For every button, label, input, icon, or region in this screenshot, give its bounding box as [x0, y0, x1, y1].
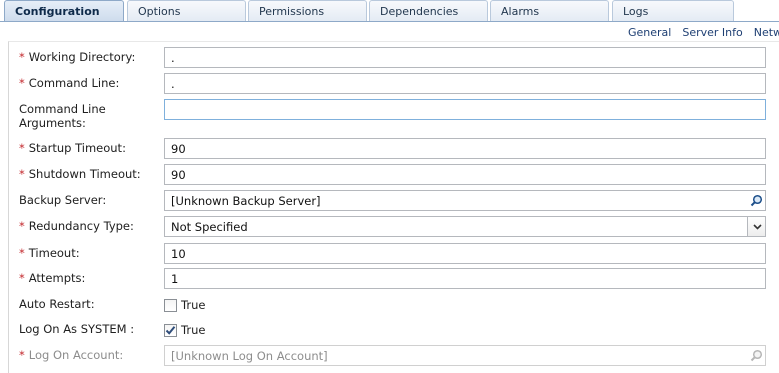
auto-restart-checkbox[interactable] [164, 298, 177, 312]
auto-restart-label: Auto Restart: [19, 297, 95, 311]
nav-link-network[interactable]: Netw [754, 26, 779, 39]
tab-options[interactable]: Options [127, 0, 246, 21]
log-on-as-system-checkbox[interactable] [164, 323, 177, 337]
required-marker: * [19, 219, 25, 233]
required-marker: * [19, 348, 25, 362]
startup-timeout-label: * Startup Timeout: [19, 141, 126, 155]
input-value: 10 [171, 247, 186, 261]
working-directory-input[interactable]: . [164, 47, 766, 68]
redundancy-type-label: * Redundancy Type: [19, 219, 134, 233]
log-on-as-system-checkbox-row: True [164, 323, 205, 337]
backup-server-search-button[interactable] [747, 191, 765, 210]
label-text: Timeout: [28, 246, 80, 260]
input-value: 90 [171, 142, 186, 156]
input-value: . [171, 77, 175, 91]
log-on-as-system-label: Log On As SYSTEM : [19, 322, 135, 336]
log-on-account-label: * Log On Account: [19, 348, 123, 362]
tab-label: Dependencies [380, 5, 459, 18]
input-value: [Unknown Log On Account] [171, 349, 328, 363]
tab-dependencies[interactable]: Dependencies [369, 0, 488, 21]
tab-configuration[interactable]: Configuration [4, 0, 124, 22]
nav-link-general[interactable]: General [628, 26, 671, 39]
required-marker: * [19, 50, 25, 64]
input-value: 1 [171, 272, 179, 286]
tab-bar: Configuration Options Permissions Depend… [0, 0, 779, 22]
redundancy-type-dropdown-button[interactable] [747, 217, 765, 236]
magnifier-icon [750, 349, 763, 362]
label-text: Command Line: [28, 76, 120, 90]
backup-server-label: Backup Server: [19, 193, 107, 207]
working-directory-label: * Working Directory: [19, 50, 135, 64]
required-marker: * [19, 141, 25, 155]
checkbox-label[interactable]: True [181, 298, 205, 312]
startup-timeout-input[interactable]: 90 [164, 138, 766, 159]
tab-alarms[interactable]: Alarms [490, 0, 609, 21]
command-line-arguments-label: Command Line Arguments: [19, 102, 106, 130]
timeout-label: * Timeout: [19, 246, 80, 260]
input-value: 90 [171, 168, 186, 182]
shutdown-timeout-input[interactable]: 90 [164, 164, 766, 185]
label-text: Log On Account: [28, 348, 124, 362]
log-on-account-search-button [747, 346, 765, 365]
auto-restart-checkbox-row: True [164, 298, 205, 312]
command-line-arguments-input[interactable] [164, 99, 766, 120]
required-marker: * [19, 271, 25, 285]
tab-label: Configuration [15, 5, 100, 18]
checkmark-icon [165, 325, 176, 335]
timeout-input[interactable]: 10 [164, 243, 766, 264]
section-nav: General Server Info Netw [628, 26, 779, 39]
tab-logs[interactable]: Logs [612, 0, 734, 21]
redundancy-type-select[interactable]: Not Specified [164, 216, 766, 237]
shutdown-timeout-label: * Shutdown Timeout: [19, 167, 141, 181]
label-text: Shutdown Timeout: [28, 167, 141, 181]
chevron-down-icon [752, 223, 762, 230]
label-text: Working Directory: [28, 50, 136, 64]
attempts-label: * Attempts: [19, 271, 85, 285]
required-marker: * [19, 167, 25, 181]
label-text: Startup Timeout: [28, 141, 126, 155]
select-value: Not Specified [171, 220, 248, 234]
tab-label: Logs [623, 5, 649, 18]
required-marker: * [19, 246, 25, 260]
tab-label: Permissions [259, 5, 325, 18]
attempts-input[interactable]: 1 [164, 268, 766, 289]
tab-label: Options [138, 5, 181, 18]
input-value: [Unknown Backup Server] [171, 194, 321, 208]
backup-server-input[interactable]: [Unknown Backup Server] [164, 190, 766, 211]
label-text: Redundancy Type: [28, 219, 134, 233]
tab-underline [0, 21, 779, 22]
input-value: . [171, 51, 175, 65]
log-on-account-input: [Unknown Log On Account] [164, 345, 766, 366]
magnifier-icon [750, 194, 763, 207]
tab-permissions[interactable]: Permissions [248, 0, 367, 21]
checkbox-label[interactable]: True [181, 323, 205, 337]
command-line-label: * Command Line: [19, 76, 119, 90]
tab-label: Alarms [501, 5, 540, 18]
nav-link-server-info[interactable]: Server Info [682, 26, 742, 39]
label-text: Attempts: [28, 271, 86, 285]
required-marker: * [19, 76, 25, 90]
command-line-input[interactable]: . [164, 73, 766, 94]
